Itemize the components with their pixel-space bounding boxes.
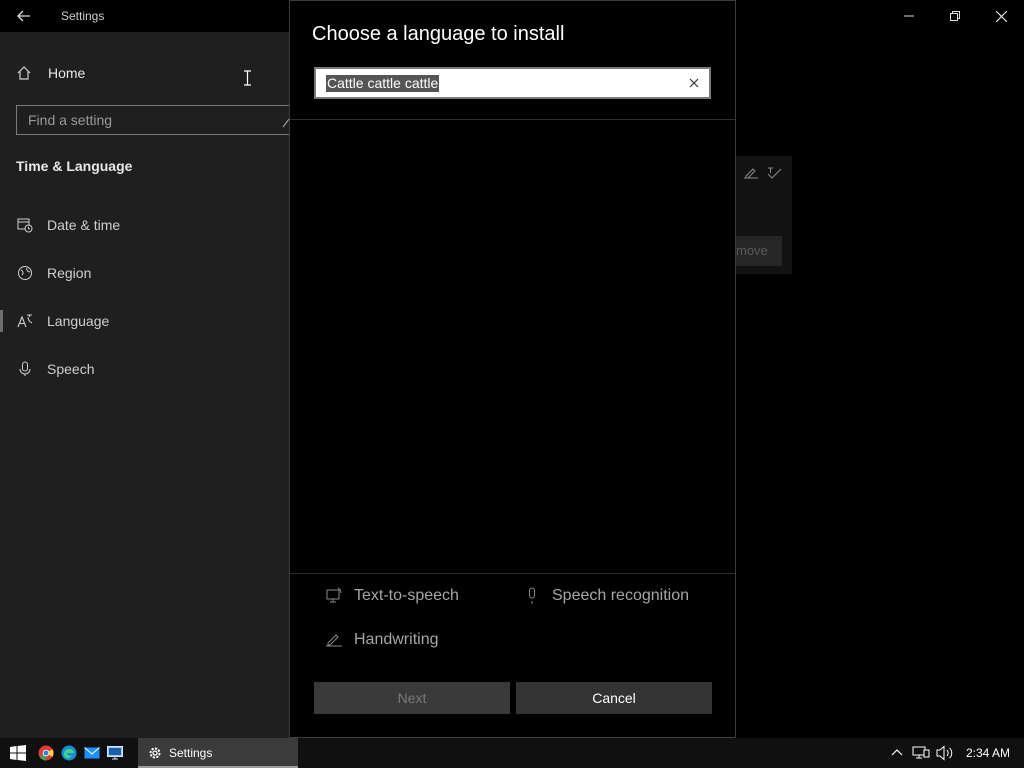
find-setting-search[interactable]: [16, 105, 290, 135]
sidebar-item-label: Date & time: [47, 217, 121, 233]
divider: [290, 573, 735, 574]
taskbar: Settings 2:34 AM: [0, 738, 1024, 768]
remote-desktop-icon: [107, 746, 123, 760]
window-title: Settings: [61, 9, 105, 23]
handwriting-feature-icon: [744, 168, 758, 179]
back-arrow-icon: [17, 10, 30, 22]
taskbar-clock[interactable]: 2:34 AM: [966, 746, 1010, 760]
sidebar-item-label: Speech: [47, 361, 95, 377]
clear-search-icon[interactable]: [687, 76, 701, 90]
remove-button[interactable]: move: [736, 236, 782, 266]
sidebar-item-language[interactable]: Language: [0, 301, 290, 341]
microphone-icon: [19, 361, 31, 376]
start-button[interactable]: [8, 743, 28, 763]
close-button[interactable]: [978, 0, 1024, 32]
cancel-button[interactable]: Cancel: [516, 682, 712, 714]
screen: Settings Home Time & Language Date & tim…: [0, 0, 1024, 768]
chrome-icon: [38, 745, 54, 761]
feature-handwriting: Handwriting: [324, 630, 438, 650]
feature-label: Handwriting: [354, 631, 439, 648]
restore-icon: [950, 11, 960, 21]
restore-button[interactable]: [932, 0, 978, 32]
dialog-title: Choose a language to install: [312, 23, 565, 45]
gear-icon: [149, 747, 161, 759]
sidebar-item-speech[interactable]: Speech: [0, 349, 290, 389]
taskbar-settings-app[interactable]: Settings: [138, 738, 298, 768]
feature-label: Speech recognition: [552, 587, 689, 604]
find-setting-input[interactable]: [17, 106, 289, 134]
sidebar-item-label: Home: [48, 65, 86, 81]
taskbar-chrome[interactable]: [36, 743, 56, 763]
language-results-list[interactable]: [290, 120, 735, 573]
feature-text-to-speech: Text-to-speech: [324, 586, 459, 606]
feature-label: Text-to-speech: [354, 587, 459, 604]
next-button[interactable]: Next: [314, 682, 510, 714]
active-indicator: [0, 310, 3, 332]
sidebar-item-date-time[interactable]: Date & time: [0, 205, 290, 245]
back-button[interactable]: [8, 4, 40, 28]
taskbar-mail[interactable]: [82, 743, 102, 763]
calendar-clock-icon: [17, 218, 33, 233]
language-icon: [17, 314, 33, 328]
sidebar-item-region[interactable]: Region: [0, 253, 290, 293]
close-icon: [995, 10, 1007, 22]
mail-icon: [84, 747, 100, 759]
edge-icon: [61, 745, 77, 761]
volume-icon[interactable]: [936, 745, 954, 761]
language-search-input[interactable]: Cattle cattle cattle: [314, 67, 711, 99]
text-cursor-icon: [244, 70, 251, 86]
minimize-icon: [904, 15, 914, 17]
taskbar-remote-desktop[interactable]: [105, 743, 125, 763]
feature-speech-recognition: Speech recognition: [522, 586, 689, 606]
section-title: Time & Language: [16, 158, 133, 174]
globe-icon: [18, 266, 32, 280]
remove-button-label: move: [736, 243, 768, 258]
text-to-speech-icon: [326, 587, 342, 603]
taskbar-app-label: Settings: [169, 746, 213, 760]
language-search-value: Cattle cattle cattle: [326, 75, 440, 92]
microphone-icon: [529, 587, 535, 604]
sidebar-item-label: Language: [47, 313, 110, 329]
handwriting-icon: [326, 634, 342, 647]
choose-language-dialog: Choose a language to install Cattle catt…: [289, 0, 736, 738]
search-icon: [282, 118, 289, 128]
taskbar-edge[interactable]: [59, 743, 79, 763]
home-icon: [17, 66, 31, 80]
windows-start-icon: [10, 745, 26, 761]
network-icon[interactable]: [912, 745, 930, 761]
sidebar: Home Time & Language Date & time Region …: [0, 32, 290, 738]
spellcheck-feature-icon: [767, 167, 782, 179]
minimize-button[interactable]: [886, 0, 932, 32]
sidebar-item-label: Region: [47, 265, 92, 281]
chevron-up-icon[interactable]: [891, 748, 903, 756]
